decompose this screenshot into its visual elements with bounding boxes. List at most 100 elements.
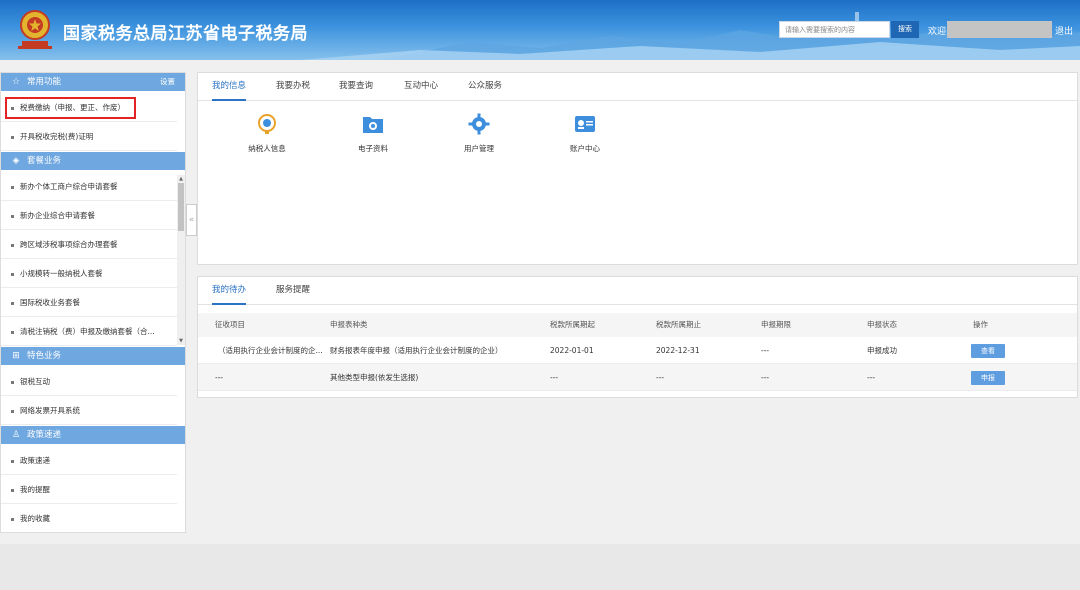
sidebar-item-bank-tax[interactable]: 银税互动 <box>1 368 177 396</box>
column-header: 征收项目 <box>215 320 245 329</box>
table-row: （适用执行企业会计制度的企... 财务报表年度申报（适用执行企业会计制度的企业）… <box>198 337 1077 364</box>
layers-icon: ◈ <box>12 156 20 166</box>
bullet-icon <box>11 517 14 521</box>
tab-service-reminder[interactable]: 服务提醒 <box>276 277 310 305</box>
sidebar-item-label: 银税互动 <box>20 377 50 386</box>
tab-interaction[interactable]: 互动中心 <box>404 73 438 101</box>
sidebar-item-label: 新办个体工商户综合申请套餐 <box>20 182 118 191</box>
sidebar-item-label: 清税注销税（费）申报及缴纳套餐（合... <box>20 327 155 336</box>
sidebar-item-label: 政策速递 <box>20 456 50 465</box>
sidebar-item-package[interactable]: 国际税收业务套餐 <box>1 289 177 317</box>
tab-my-info[interactable]: 我的信息 <box>212 73 247 101</box>
todo-table-header: 征收项目 申报表种类 税款所属期起 税款所属期止 申报期限 申报状态 操作 <box>198 313 1077 337</box>
cell-status: 申报成功 <box>867 346 897 355</box>
collapse-sidebar-button[interactable]: « <box>186 204 197 236</box>
cell-deadline: --- <box>761 346 770 355</box>
tab-public-service[interactable]: 公众服务 <box>468 73 502 101</box>
column-header: 税款所属期止 <box>656 320 701 329</box>
bullet-icon <box>11 459 14 463</box>
sidebar-item-label: 我的提醒 <box>20 485 50 494</box>
sidebar-section-packages[interactable]: ◈ 套餐业务 <box>1 152 185 170</box>
cell-form: 财务报表年度申报（适用执行企业会计制度的企业） <box>330 346 503 355</box>
function-label: 纳税人信息 <box>248 144 286 153</box>
sidebar-section-special[interactable]: ⊞ 特色业务 <box>1 347 185 365</box>
sidebar-item-favorites[interactable]: 我的收藏 <box>1 505 177 533</box>
sidebar-item-package[interactable]: 小规模转一般纳税人套餐 <box>1 260 177 288</box>
e-documents-button[interactable]: 电子资料 <box>338 113 408 154</box>
logout-link[interactable]: 退出 <box>1055 24 1073 37</box>
bullet-icon <box>11 330 14 334</box>
user-management-button[interactable]: 用户管理 <box>444 113 514 154</box>
tab-query[interactable]: 我要查询 <box>339 73 373 101</box>
sidebar-scrollbar[interactable]: ▲ ▼ <box>177 175 185 345</box>
scroll-thumb[interactable] <box>178 183 184 231</box>
sidebar: ☆ 常用功能 设置 税费缴纳（申报、更正、作废） 开具税收完税(费)证明 ◈ 套餐业… <box>0 72 186 533</box>
section-title: 常用功能 <box>27 77 62 87</box>
scroll-down-icon[interactable]: ▼ <box>177 337 185 345</box>
function-label: 电子资料 <box>358 144 388 153</box>
sidebar-item-package[interactable]: 跨区域涉税事项综合办理套餐 <box>1 231 177 259</box>
column-header: 申报表种类 <box>330 320 368 329</box>
search-input[interactable]: 请输入需要搜索的内容 <box>779 21 890 38</box>
user-icon: ♙ <box>11 430 21 440</box>
cell-end: 2022-12-31 <box>656 346 700 355</box>
sidebar-item-label: 国际税收业务套餐 <box>20 298 80 307</box>
column-header: 操作 <box>973 320 988 329</box>
top-header: 国家税务总局江苏省电子税务局 请输入需要搜索的内容 搜索 欢迎 退出 <box>0 0 1080 60</box>
sidebar-item-label: 我的收藏 <box>20 514 50 523</box>
function-label: 用户管理 <box>464 144 494 153</box>
todo-panel: 我的待办 服务提醒 征收项目 申报表种类 税款所属期起 税款所属期止 申报期限 … <box>197 276 1078 398</box>
sidebar-item-policy[interactable]: 政策速递 <box>1 447 177 475</box>
sidebar-section-common[interactable]: ☆ 常用功能 设置 <box>1 73 185 91</box>
scroll-up-icon[interactable]: ▲ <box>177 175 185 183</box>
section-title: 套餐业务 <box>27 156 62 166</box>
search-button[interactable]: 搜索 <box>891 21 919 38</box>
section-title: 特色业务 <box>27 351 62 361</box>
username-redacted <box>947 21 1052 38</box>
tab-handle-tax[interactable]: 我要办税 <box>276 73 310 101</box>
sidebar-item-package[interactable]: 新办企业综合申请套餐 <box>1 202 177 230</box>
sidebar-item-label: 开具税收完税(费)证明 <box>20 132 94 141</box>
cell-start: --- <box>550 373 559 382</box>
bullet-icon <box>11 185 14 189</box>
taxpayer-info-button[interactable]: 纳税人信息 <box>232 113 302 154</box>
sidebar-item-package[interactable]: 新办个体工商户综合申请套餐 <box>1 173 177 201</box>
site-title: 国家税务总局江苏省电子税务局 <box>63 24 308 44</box>
cell-status: --- <box>867 373 876 382</box>
sidebar-item-package[interactable]: 清税注销税（费）申报及缴纳套餐（合... <box>1 318 177 346</box>
cell-end: --- <box>656 373 665 382</box>
bullet-icon <box>11 409 14 413</box>
cell-start: 2022-01-01 <box>550 346 594 355</box>
tax-emblem-logo <box>18 10 52 49</box>
highlight-box <box>5 97 136 119</box>
bullet-icon <box>11 135 14 139</box>
settings-link[interactable]: 设置 <box>160 73 175 91</box>
cell-deadline: --- <box>761 373 770 382</box>
declare-button[interactable]: 申报 <box>971 371 1005 385</box>
sidebar-item-label: 小规模转一般纳税人套餐 <box>20 269 103 278</box>
sidebar-item-label: 跨区域涉税事项综合办理套餐 <box>20 240 118 249</box>
column-header: 税款所属期起 <box>550 320 595 329</box>
taxpayer-info-icon <box>258 114 276 134</box>
sidebar-item-label: 新办企业综合申请套餐 <box>20 211 95 220</box>
column-header: 申报状态 <box>867 320 897 329</box>
function-label: 账户中心 <box>570 144 600 153</box>
todo-tabs: 我的待办 服务提醒 <box>198 277 1077 305</box>
cell-item: --- <box>215 373 224 382</box>
bullet-icon <box>11 243 14 247</box>
footer-band <box>0 544 1080 590</box>
sidebar-item-tax-certificate[interactable]: 开具税收完税(费)证明 <box>1 123 177 151</box>
sidebar-item-label: 网络发票开具系统 <box>20 406 80 415</box>
view-button[interactable]: 查看 <box>971 344 1005 358</box>
column-header: 申报期限 <box>761 320 791 329</box>
sidebar-item-reminders[interactable]: 我的提醒 <box>1 476 177 504</box>
cell-item: （适用执行企业会计制度的企... <box>218 346 323 355</box>
sidebar-section-policy[interactable]: ♙ 政策速递 <box>1 426 185 444</box>
sidebar-item-e-invoice[interactable]: 网络发票开具系统 <box>1 397 177 425</box>
table-row: --- 其他类型申报(依发生选报) --- --- --- --- 申报 <box>198 364 1077 391</box>
account-center-button[interactable]: 账户中心 <box>550 113 620 154</box>
main-tabs: 我的信息 我要办税 我要查询 互动中心 公众服务 <box>198 73 1077 101</box>
bullet-icon <box>11 272 14 276</box>
tab-my-todo[interactable]: 我的待办 <box>212 277 247 305</box>
bullet-icon <box>11 301 14 305</box>
